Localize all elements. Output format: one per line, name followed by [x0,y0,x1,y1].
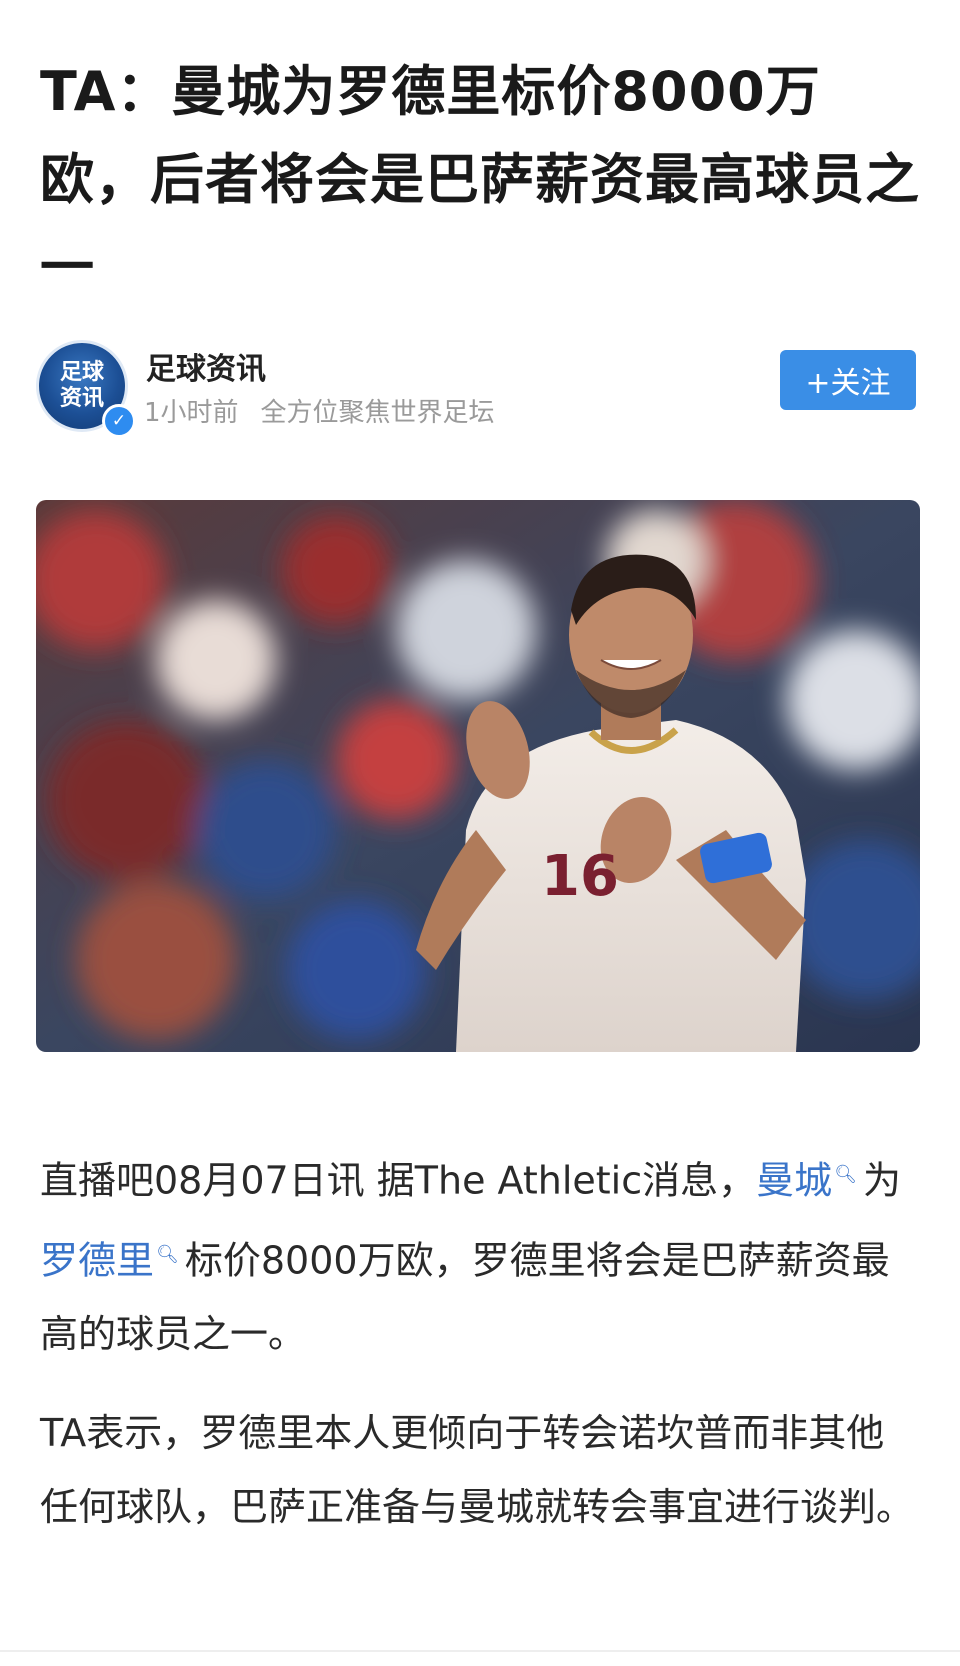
article-paragraph-2: TA表示，罗德里本人更倾向于转会诺坎普而非其他任何球队，巴萨正准备与曼城就转会事… [40,1411,915,1529]
avatar-text-line1: 足球 [59,360,104,385]
article-paragraph-1: 直播吧08月07日讯 据The Athletic消息，曼城 🔍︎ 为罗德里 🔍︎ 标价8… [40,1138,920,1371]
search-icon[interactable]: 🔍︎ [156,1218,179,1292]
article-photo: 16 [36,500,920,1052]
article-title: TA：曼城为罗德里标价8000万欧，后者将会是巴萨薪资最高球员之一 [40,60,920,299]
p1-text-2: 为 [863,1158,902,1203]
avatar-text-line2: 资讯 [59,386,104,411]
author-meta: 1小时前 全方位聚焦世界足坛 [144,392,495,429]
divider [0,1650,960,1652]
search-icon[interactable]: 🔍︎ [834,1138,857,1212]
link-man-city[interactable]: 曼城 [756,1159,832,1203]
author-row: 足球 资讯 ✓ 足球资讯 1小时前 全方位聚焦世界足坛 +关注 [36,340,916,440]
author-name[interactable]: 足球资讯 [146,344,266,388]
link-rodri[interactable]: 罗德里 [40,1238,154,1282]
jersey-number: 16 [541,844,619,909]
verified-badge-icon: ✓ [102,404,136,438]
follow-button[interactable]: +关注 [780,350,916,410]
publish-time: 1小时前 [144,398,239,428]
author-slogan: 全方位聚焦世界足坛 [260,398,495,428]
p1-text-1: 直播吧08月07日讯 据The Athletic消息， [40,1158,757,1203]
follow-label: +关注 [805,366,891,401]
